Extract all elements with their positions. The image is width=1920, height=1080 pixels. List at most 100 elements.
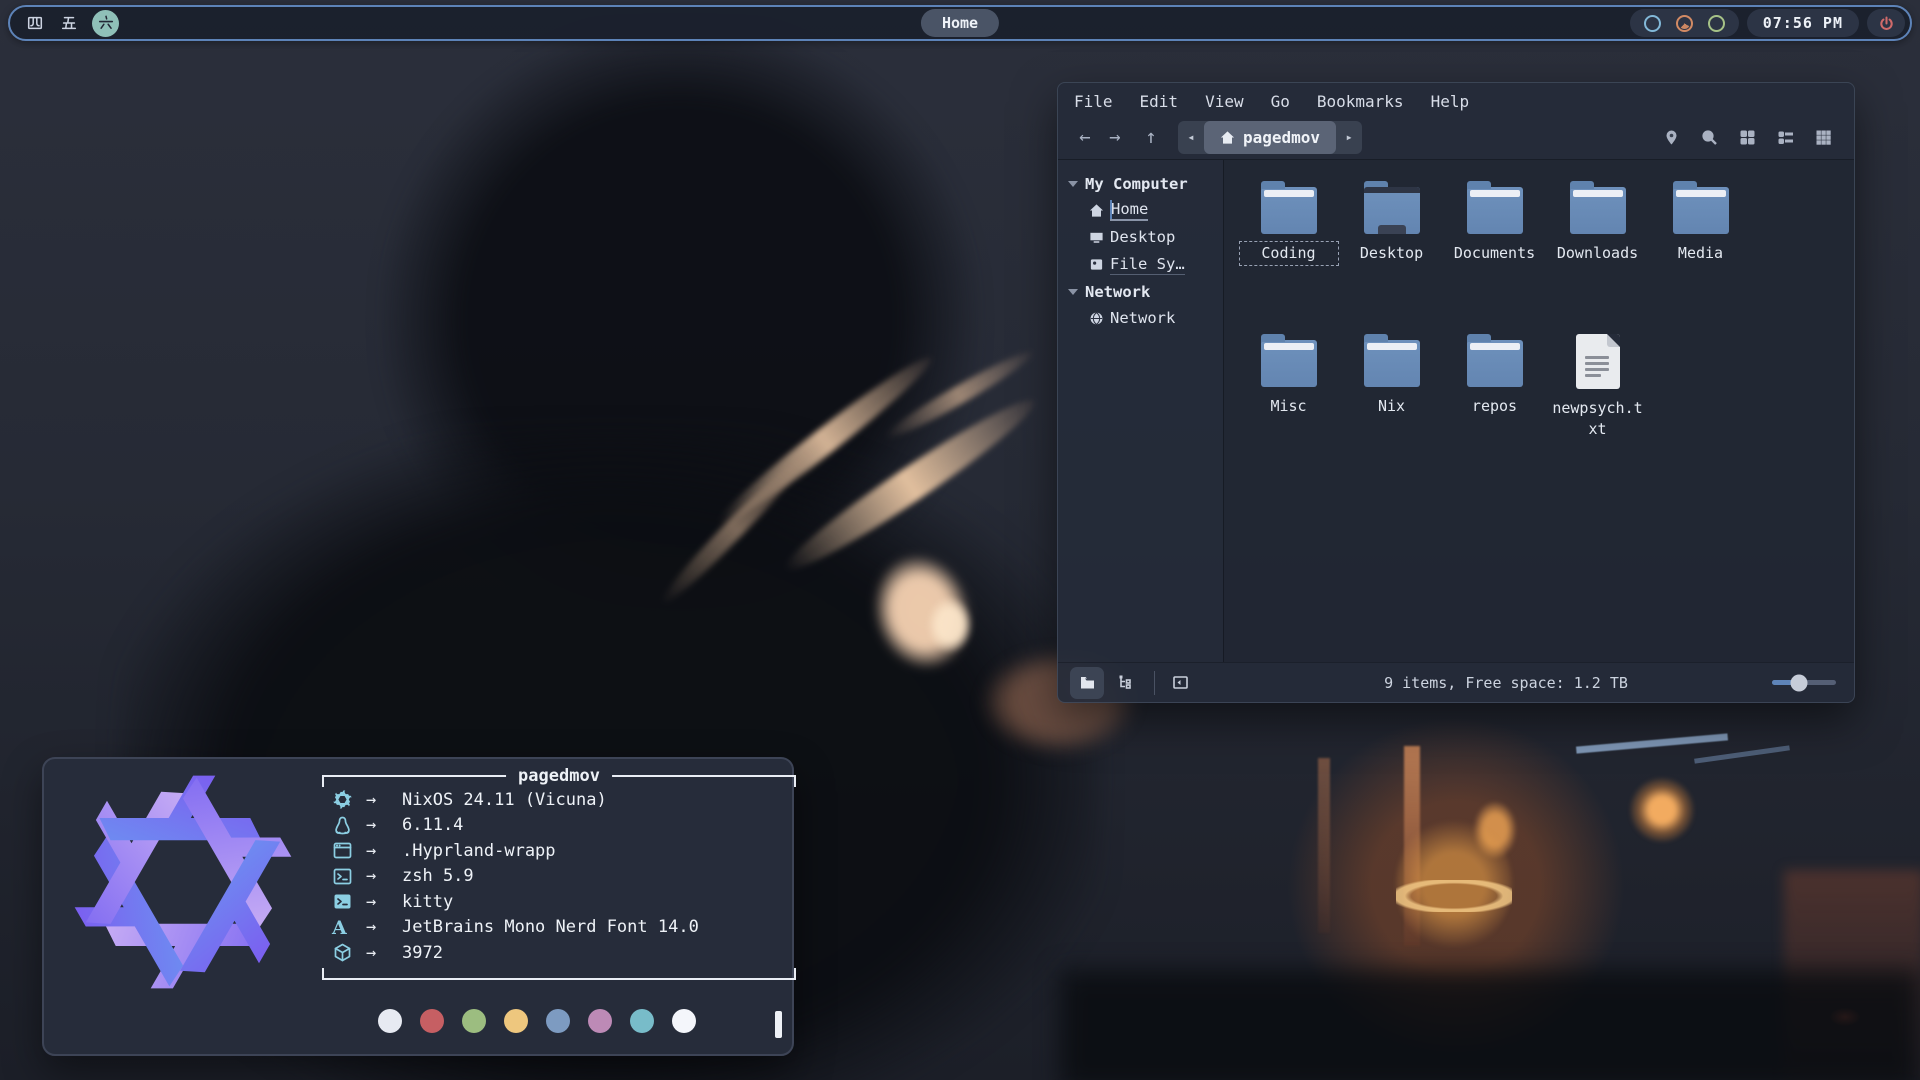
folder-icon — [1467, 187, 1523, 234]
system-gauges[interactable] — [1630, 9, 1739, 37]
workspace-6-active[interactable] — [92, 10, 119, 37]
palette-dot-3 — [504, 1009, 528, 1033]
disk-gauge-icon — [1708, 15, 1725, 32]
compact-view-button[interactable] — [1815, 129, 1832, 146]
path-segment-label: pagedmov — [1243, 128, 1320, 147]
palette-dot-6 — [630, 1009, 654, 1033]
file-item-documents[interactable]: Documents — [1443, 178, 1546, 331]
file-label: Downloads — [1550, 243, 1646, 264]
globe-icon — [1089, 311, 1104, 326]
menu-go[interactable]: Go — [1271, 92, 1290, 111]
nixos-logo — [72, 771, 294, 993]
sidebar-item-file-system[interactable]: File Sy… — [1068, 251, 1223, 278]
file-label: Coding — [1241, 243, 1337, 264]
wallpaper-lantern-frame — [1318, 758, 1330, 933]
file-item-newpsych-txt[interactable]: newpsych.txt — [1546, 331, 1649, 484]
wallpaper-candle-rim — [1396, 880, 1512, 912]
show-places-button[interactable] — [1070, 667, 1104, 699]
file-label: Misc — [1241, 396, 1337, 417]
file-item-misc[interactable]: Misc — [1237, 331, 1340, 484]
top-bar: Home 07:56 PM — [8, 5, 1912, 41]
file-label: newpsych.txt — [1550, 398, 1646, 440]
file-item-downloads[interactable]: Downloads — [1546, 178, 1649, 331]
shell-value: zsh 5.9 — [402, 866, 796, 886]
file-item-media[interactable]: Media — [1649, 178, 1752, 331]
wallpaper-face-glow — [928, 598, 972, 652]
clock[interactable]: 07:56 PM — [1747, 9, 1859, 37]
sidebar-item-home[interactable]: Home — [1068, 197, 1223, 224]
file-item-desktop[interactable]: Desktop — [1340, 178, 1443, 331]
path-previous-button[interactable]: ◂ — [1178, 130, 1204, 144]
file-item-coding[interactable]: Coding — [1237, 178, 1340, 331]
kanji-six-icon — [97, 14, 115, 32]
fastfetch-output: pagedmov → NixOS 24.11 (Vicuna) → 6.11.4 — [322, 775, 796, 980]
folder-icon — [1467, 340, 1523, 387]
folder-icon — [1673, 187, 1729, 234]
file-item-repos[interactable]: repos — [1443, 331, 1546, 484]
search-button[interactable] — [1701, 129, 1718, 146]
toggle-side-pane-button[interactable] — [1163, 667, 1197, 699]
terminal-icon — [332, 891, 353, 912]
location-pin-button[interactable] — [1663, 129, 1680, 146]
menu-view[interactable]: View — [1205, 92, 1244, 111]
arrow: → — [366, 917, 402, 937]
menu-edit[interactable]: Edit — [1140, 92, 1179, 111]
sidebar-item-desktop[interactable]: Desktop — [1068, 224, 1223, 251]
fetch-row-packages: → 3972 — [322, 940, 796, 966]
file-label: Media — [1653, 243, 1749, 264]
file-manager-window: File Edit View Go Bookmarks Help ← → ↑ ◂… — [1057, 82, 1855, 703]
sidebar-item-network[interactable]: Network — [1068, 305, 1223, 332]
show-tree-button[interactable] — [1108, 667, 1142, 699]
home-icon — [1220, 130, 1235, 145]
back-button[interactable]: ← — [1070, 126, 1100, 148]
terminal-cursor[interactable] — [775, 1011, 782, 1038]
zoom-slider-knob[interactable] — [1790, 674, 1807, 691]
folder-icon — [1261, 340, 1317, 387]
fetch-box-top: pagedmov — [322, 775, 796, 787]
toolbar-right — [1663, 129, 1842, 146]
linux-kernel-icon — [332, 815, 353, 836]
palette-dot-5 — [588, 1009, 612, 1033]
nixos-icon — [332, 789, 353, 810]
list-view-button[interactable] — [1777, 129, 1794, 146]
workspace-5[interactable] — [58, 12, 80, 34]
desktop-icon — [1089, 230, 1104, 245]
fetch-title: pagedmov — [506, 766, 612, 786]
toolbar: ← → ↑ ◂ pagedmov ▸ — [1058, 115, 1854, 159]
file-item-nix[interactable]: Nix — [1340, 331, 1443, 484]
sidebar-section-my-computer[interactable]: My Computer — [1068, 170, 1223, 197]
expander-icon — [1068, 181, 1078, 187]
terminal-color-palette — [378, 1009, 696, 1033]
zoom-slider[interactable] — [1772, 680, 1836, 685]
shell-icon — [332, 866, 353, 887]
palette-dot-0 — [378, 1009, 402, 1033]
forward-button[interactable]: → — [1100, 126, 1130, 148]
menu-bar: File Edit View Go Bookmarks Help — [1058, 83, 1854, 115]
sidebar-item-label: Desktop — [1110, 228, 1175, 247]
up-button[interactable]: ↑ — [1136, 126, 1166, 148]
active-window-title[interactable]: Home — [921, 9, 999, 37]
palette-dot-4 — [546, 1009, 570, 1033]
power-button[interactable] — [1867, 9, 1905, 37]
fetch-row-kernel: → 6.11.4 — [322, 813, 796, 839]
palette-dot-7 — [672, 1009, 696, 1033]
menu-file[interactable]: File — [1074, 92, 1113, 111]
fetch-box-bottom — [322, 968, 796, 980]
packages-value: 3972 — [402, 943, 796, 963]
icon-view[interactable]: Coding Desktop Documents Downloads Media… — [1224, 160, 1854, 662]
workspace-4[interactable] — [24, 12, 46, 34]
path-next-button[interactable]: ▸ — [1336, 130, 1362, 144]
menu-bookmarks[interactable]: Bookmarks — [1317, 92, 1404, 111]
wallpaper-floor-shadow — [1060, 970, 1920, 1080]
path-segment-home[interactable]: pagedmov — [1204, 121, 1336, 154]
os-value: NixOS 24.11 (Vicuna) — [402, 790, 796, 810]
folder-icon — [1364, 340, 1420, 387]
path-bar: ◂ pagedmov ▸ — [1178, 121, 1362, 154]
folder-icon — [1570, 187, 1626, 234]
icon-view-button[interactable] — [1739, 129, 1756, 146]
wallpaper-glow-spot — [1630, 778, 1694, 842]
menu-help[interactable]: Help — [1431, 92, 1470, 111]
desktop-folder-icon — [1364, 187, 1420, 234]
section-label: Network — [1085, 283, 1150, 301]
sidebar-section-network[interactable]: Network — [1068, 278, 1223, 305]
